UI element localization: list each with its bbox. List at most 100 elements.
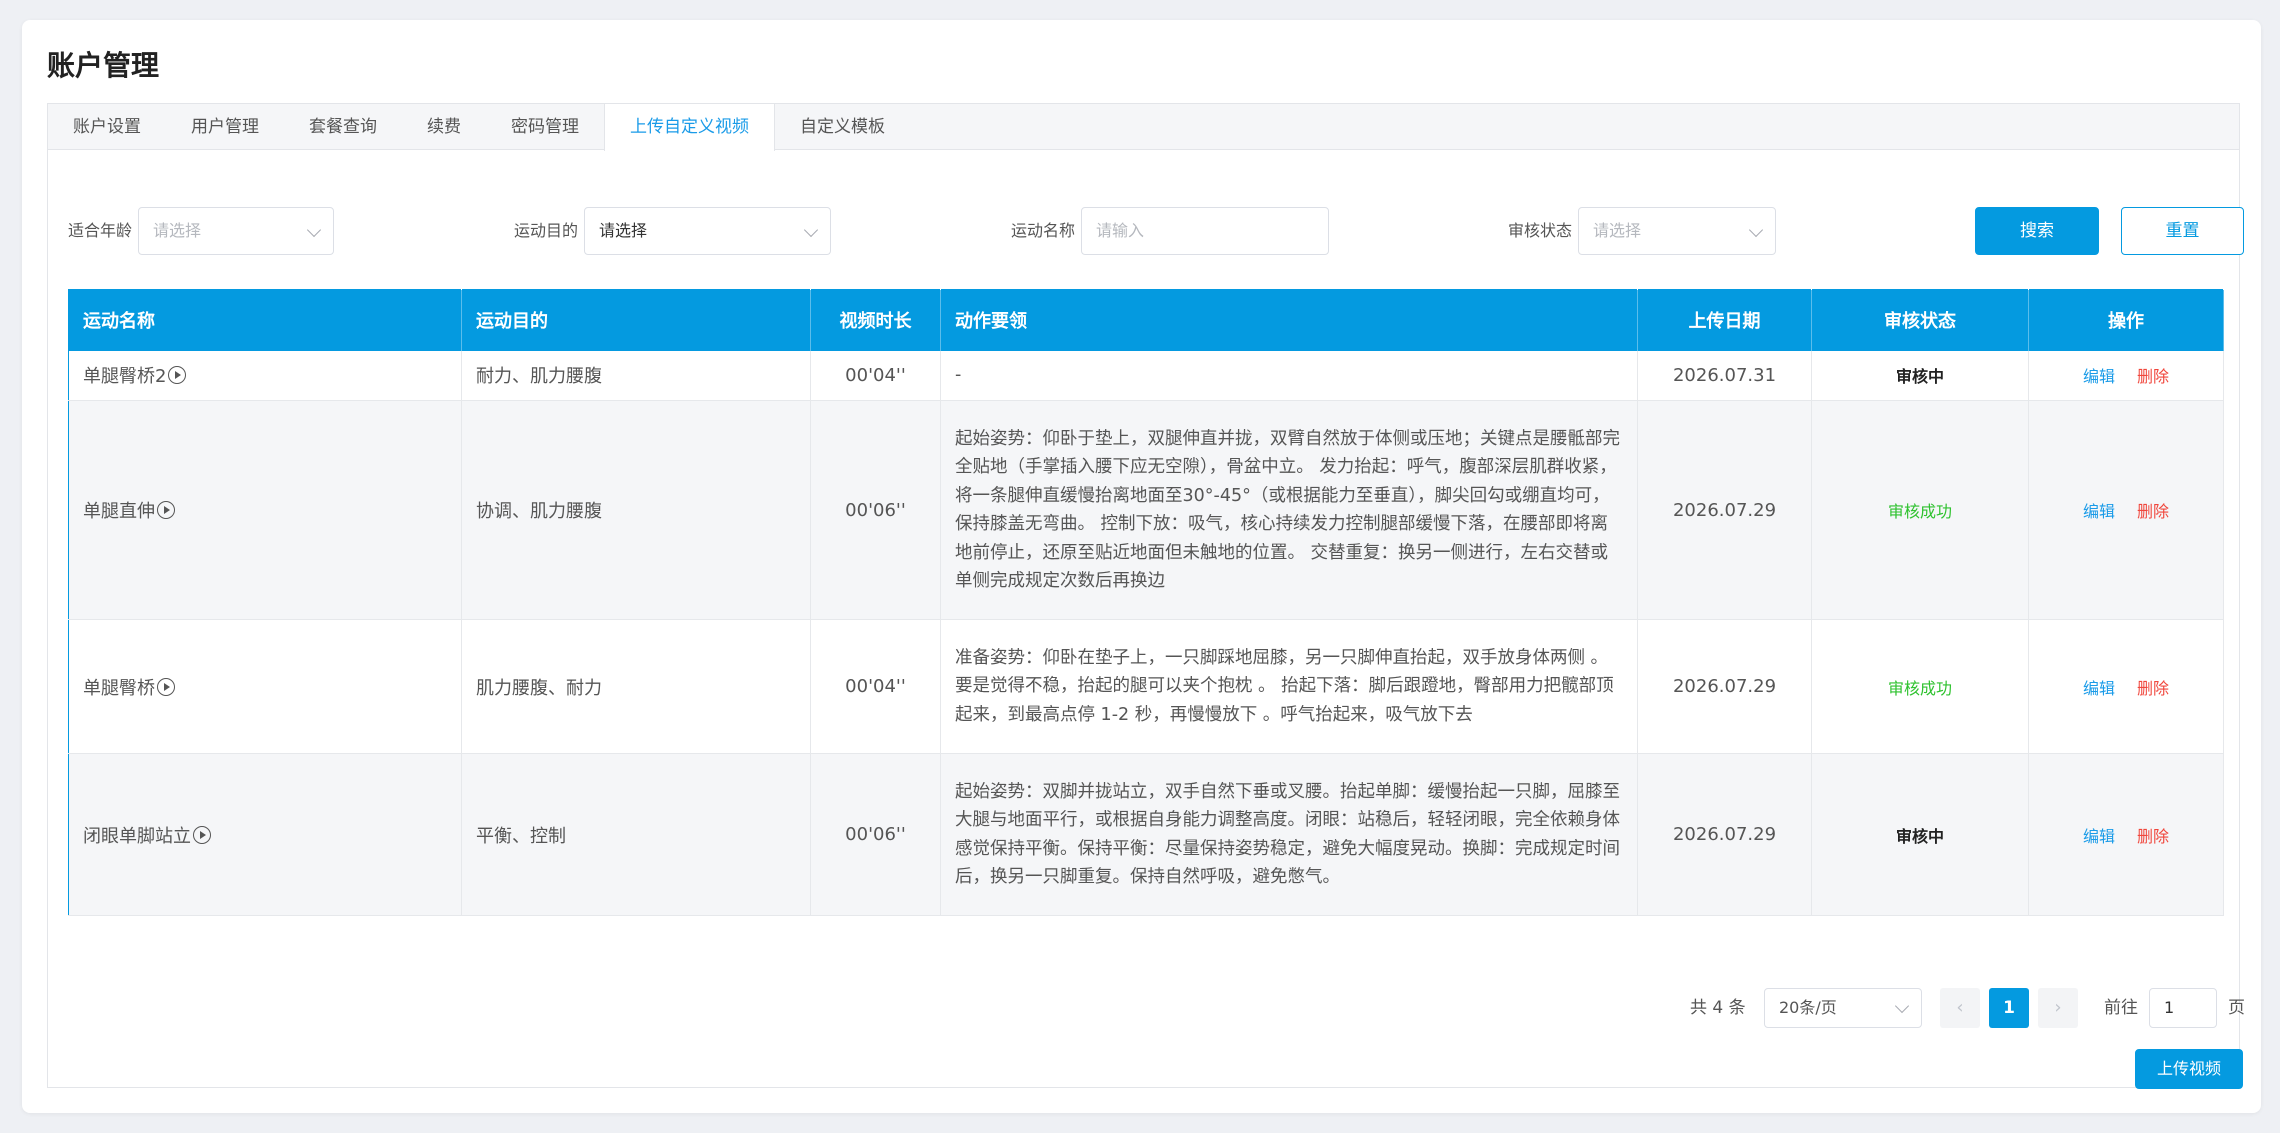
row-purpose: 协调、肌力腰腹 — [461, 400, 811, 620]
age-select-placeholder: 请选择 — [153, 221, 202, 240]
row-name: 单腿直伸 — [83, 501, 155, 522]
row-actions: 编辑 删除 — [2028, 619, 2224, 754]
row-purpose: 耐力、肌力腰腹 — [461, 350, 811, 401]
row-actions: 编辑 删除 — [2028, 350, 2224, 401]
tab-upload-custom-video[interactable]: 上传自定义视频 — [604, 104, 775, 151]
chevron-down-icon — [1894, 998, 1910, 1014]
row-description: - — [940, 350, 1638, 401]
header-duration: 视频时长 — [810, 289, 941, 351]
tab-account-settings[interactable]: 账户设置 — [48, 104, 166, 150]
header-review-status: 审核状态 — [1811, 289, 2029, 351]
row-description: 准备姿势：仰卧在垫子上，一只脚踩地屈膝，另一只脚伸直抬起，双手放身体两侧 。要是… — [940, 619, 1638, 754]
header-description: 动作要领 — [940, 289, 1638, 351]
edit-link[interactable]: 编辑 — [2083, 827, 2115, 846]
row-name-cell: 闭眼单脚站立 — [68, 753, 462, 916]
row-name: 单腿臀桥2 — [83, 366, 167, 388]
video-table: 运动名称 运动目的 视频时长 动作要领 上传日期 审核状态 操作 单腿臀桥2 耐… — [68, 289, 2224, 916]
purpose-select-value: 请选择 — [599, 221, 648, 240]
prev-page-button[interactable]: ‹ — [1940, 988, 1980, 1028]
main-card: 账户管理 账户设置 用户管理 套餐查询 续费 密码管理 上传自定义视频 自定义模… — [22, 20, 2261, 1113]
row-status-cell: 审核中 — [1811, 753, 2029, 916]
delete-link[interactable]: 删除 — [2137, 827, 2169, 846]
status-filter-label: 审核状态 — [1508, 221, 1573, 240]
row-description: 起始姿势：双脚并拢站立，双手自然下垂或叉腰。抬起单脚：缓慢抬起一只脚，屈膝至大腿… — [940, 753, 1638, 916]
row-duration: 00'06'' — [810, 400, 941, 620]
content-panel: 账户设置 用户管理 套餐查询 续费 密码管理 上传自定义视频 自定义模板 适合年… — [47, 103, 2245, 1089]
chevron-down-icon — [306, 222, 322, 238]
upload-video-button[interactable]: 上传视频 — [2135, 1049, 2243, 1089]
status-badge: 审核成功 — [1887, 678, 1952, 698]
row-date: 2026.07.29 — [1637, 400, 1812, 620]
tab-password-management[interactable]: 密码管理 — [486, 104, 604, 150]
goto-label: 前往 — [2104, 998, 2138, 1018]
chevron-left-icon: ‹ — [1956, 997, 1964, 1018]
play-icon[interactable] — [168, 366, 187, 385]
purpose-select[interactable]: 请选择 — [584, 207, 831, 255]
status-badge: 审核成功 — [1887, 502, 1952, 521]
row-name-cell: 单腿臀桥 — [68, 619, 462, 754]
page-size-value: 20条/页 — [1779, 998, 1837, 1017]
row-name-cell: 单腿直伸 — [68, 400, 462, 620]
row-date: 2026.07.29 — [1637, 619, 1812, 754]
search-button[interactable]: 搜索 — [1975, 207, 2099, 255]
page-title: 账户管理 — [47, 49, 160, 82]
tab-user-management[interactable]: 用户管理 — [166, 104, 284, 150]
chevron-down-icon — [803, 222, 819, 238]
play-icon[interactable] — [157, 677, 175, 696]
row-actions: 编辑 删除 — [2028, 753, 2224, 916]
delete-link[interactable]: 删除 — [2137, 502, 2169, 521]
tab-bar: 账户设置 用户管理 套餐查询 续费 密码管理 上传自定义视频 自定义模板 — [48, 104, 2239, 151]
status-badge: 审核中 — [1895, 826, 1944, 846]
play-icon[interactable] — [157, 501, 175, 519]
row-name: 单腿臀桥 — [83, 677, 155, 699]
row-name: 闭眼单脚站立 — [83, 825, 191, 847]
row-actions: 编辑 删除 — [2028, 400, 2224, 620]
page-size-select[interactable]: 20条/页 — [1764, 988, 1922, 1028]
tab-renewal[interactable]: 续费 — [402, 104, 486, 150]
header-name: 运动名称 — [68, 289, 462, 351]
name-filter-label: 运动名称 — [1011, 221, 1076, 240]
delete-link[interactable]: 删除 — [2137, 367, 2169, 386]
goto-page-input[interactable]: 1 — [2149, 988, 2217, 1028]
edit-link[interactable]: 编辑 — [2083, 679, 2115, 698]
page-number-current[interactable]: 1 — [1989, 988, 2029, 1028]
next-page-button[interactable]: › — [2038, 988, 2078, 1028]
row-duration: 00'04'' — [810, 350, 941, 401]
row-date: 2026.07.31 — [1637, 350, 1812, 401]
edit-link[interactable]: 编辑 — [2083, 367, 2115, 386]
table-header-row: 运动名称 运动目的 视频时长 动作要领 上传日期 审核状态 操作 — [68, 289, 2224, 351]
edit-link[interactable]: 编辑 — [2083, 502, 2115, 521]
tab-custom-template[interactable]: 自定义模板 — [775, 104, 910, 150]
reset-button[interactable]: 重置 — [2121, 207, 2244, 255]
row-date: 2026.07.29 — [1637, 753, 1812, 916]
table-row: 单腿直伸 协调、肌力腰腹 00'06'' 起始姿势：仰卧于垫上，双腿伸直并拢，双… — [68, 400, 2224, 620]
table-row: 单腿臀桥 肌力腰腹、耐力 00'04'' 准备姿势：仰卧在垫子上，一只脚踩地屈膝… — [68, 619, 2224, 754]
status-select[interactable]: 请选择 — [1578, 207, 1776, 255]
status-select-placeholder: 请选择 — [1593, 221, 1642, 240]
row-purpose: 肌力腰腹、耐力 — [461, 619, 811, 754]
header-upload-date: 上传日期 — [1637, 289, 1812, 351]
age-select[interactable]: 请选择 — [138, 207, 334, 255]
row-name-cell: 单腿臀桥2 — [68, 350, 462, 401]
name-input[interactable]: 请输入 — [1081, 207, 1329, 255]
row-duration: 00'04'' — [810, 619, 941, 754]
row-description: 起始姿势：仰卧于垫上，双腿伸直并拢，双臂自然放于体侧或压地；关键点是腰骶部完全贴… — [940, 400, 1638, 620]
page-suffix: 页 — [2228, 998, 2245, 1018]
age-filter-label: 适合年龄 — [68, 221, 133, 240]
table-row: 闭眼单脚站立 平衡、控制 00'06'' 起始姿势：双脚并拢站立，双手自然下垂或… — [68, 753, 2224, 916]
row-duration: 00'06'' — [810, 753, 941, 916]
chevron-down-icon — [1748, 222, 1764, 238]
total-count: 共 4 条 — [1690, 998, 1746, 1018]
tab-plan-query[interactable]: 套餐查询 — [284, 104, 402, 150]
row-status-cell: 审核中 — [1811, 350, 2029, 401]
row-status-cell: 审核成功 — [1811, 619, 2029, 754]
header-purpose: 运动目的 — [461, 289, 811, 351]
delete-link[interactable]: 删除 — [2137, 679, 2169, 698]
chevron-right-icon: › — [2054, 997, 2062, 1018]
status-badge: 审核中 — [1895, 367, 1944, 387]
row-purpose: 平衡、控制 — [461, 753, 811, 916]
table-row: 单腿臀桥2 耐力、肌力腰腹 00'04'' - 2026.07.31 审核中 编… — [68, 350, 2224, 401]
play-icon[interactable] — [193, 825, 211, 844]
name-input-placeholder: 请输入 — [1096, 221, 1145, 240]
purpose-filter-label: 运动目的 — [514, 221, 579, 240]
